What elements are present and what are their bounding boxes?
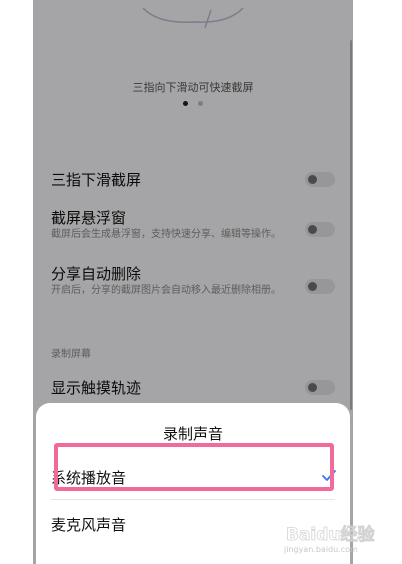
- watermark-brand: Baidu经验: [286, 524, 376, 545]
- option-label: 麦克风声音: [51, 516, 127, 534]
- scrollbar[interactable]: [350, 40, 352, 410]
- sheet-title: 录制声音: [162, 425, 223, 443]
- watermark-url: jingyan.baidu.com: [284, 545, 358, 554]
- option-divider: [51, 499, 335, 500]
- highlight-annotation-box: [54, 443, 334, 491]
